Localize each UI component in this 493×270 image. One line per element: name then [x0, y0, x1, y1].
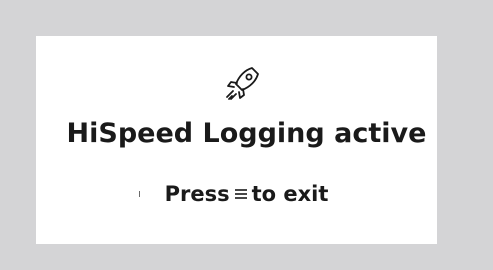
menu-icon — [234, 189, 247, 199]
rocket-icon — [226, 67, 259, 100]
hint-prefix: Press — [164, 182, 230, 206]
overlay-title: HiSpeed Logging active — [66, 118, 427, 149]
exit-hint: Press to exit — [0, 182, 493, 206]
hint-suffix: to exit — [251, 182, 329, 206]
